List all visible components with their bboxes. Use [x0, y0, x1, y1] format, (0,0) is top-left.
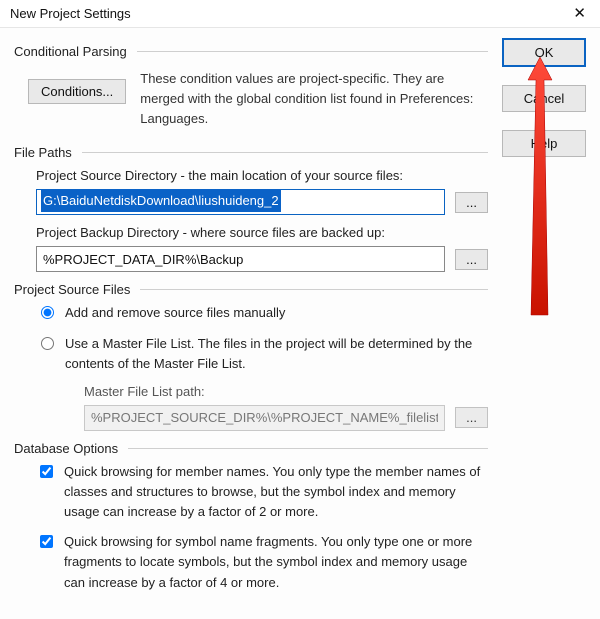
bak-dir-browse-button[interactable]: ... [455, 249, 488, 270]
radio-master-list-label: Use a Master File List. The files in the… [65, 334, 488, 374]
check-member-names[interactable] [40, 465, 53, 478]
group-conditional-header: Conditional Parsing [14, 44, 488, 59]
src-dir-input[interactable]: G:\BaiduNetdiskDownload\liushuideng_2 [36, 189, 445, 215]
divider [137, 51, 488, 52]
check-symbol-fragments-label: Quick browsing for symbol name fragments… [64, 532, 488, 592]
src-dir-browse-button[interactable]: ... [455, 192, 488, 213]
close-icon[interactable]: ✕ [567, 4, 592, 23]
conditional-desc: These condition values are project-speci… [140, 69, 488, 129]
check-member-names-label: Quick browsing for member names. You onl… [64, 462, 488, 522]
group-filepaths-header: File Paths [14, 145, 488, 160]
window-title: New Project Settings [10, 6, 131, 21]
help-button[interactable]: Help [502, 130, 586, 157]
conditions-button[interactable]: Conditions... [28, 79, 126, 104]
cancel-button[interactable]: Cancel [502, 85, 586, 112]
mfl-label: Master File List path: [84, 384, 488, 399]
divider [82, 152, 488, 153]
titlebar: New Project Settings ✕ [0, 0, 600, 28]
check-symbol-fragments[interactable] [40, 535, 53, 548]
divider [128, 448, 488, 449]
group-conditional-label: Conditional Parsing [14, 44, 127, 59]
ok-button[interactable]: OK [502, 38, 586, 67]
radio-manual[interactable] [41, 306, 54, 319]
bak-dir-label: Project Backup Directory - where source … [36, 225, 488, 240]
radio-manual-label: Add and remove source files manually [65, 303, 285, 323]
mfl-input [84, 405, 445, 431]
bak-dir-input[interactable] [36, 246, 445, 272]
radio-master-list[interactable] [41, 337, 54, 350]
group-dbopts-header: Database Options [14, 441, 488, 456]
mfl-browse-button[interactable]: ... [455, 407, 488, 428]
divider [140, 289, 488, 290]
group-filepaths-label: File Paths [14, 145, 72, 160]
group-sourcefiles-header: Project Source Files [14, 282, 488, 297]
src-dir-label: Project Source Directory - the main loca… [36, 168, 488, 183]
group-dbopts-label: Database Options [14, 441, 118, 456]
group-sourcefiles-label: Project Source Files [14, 282, 130, 297]
